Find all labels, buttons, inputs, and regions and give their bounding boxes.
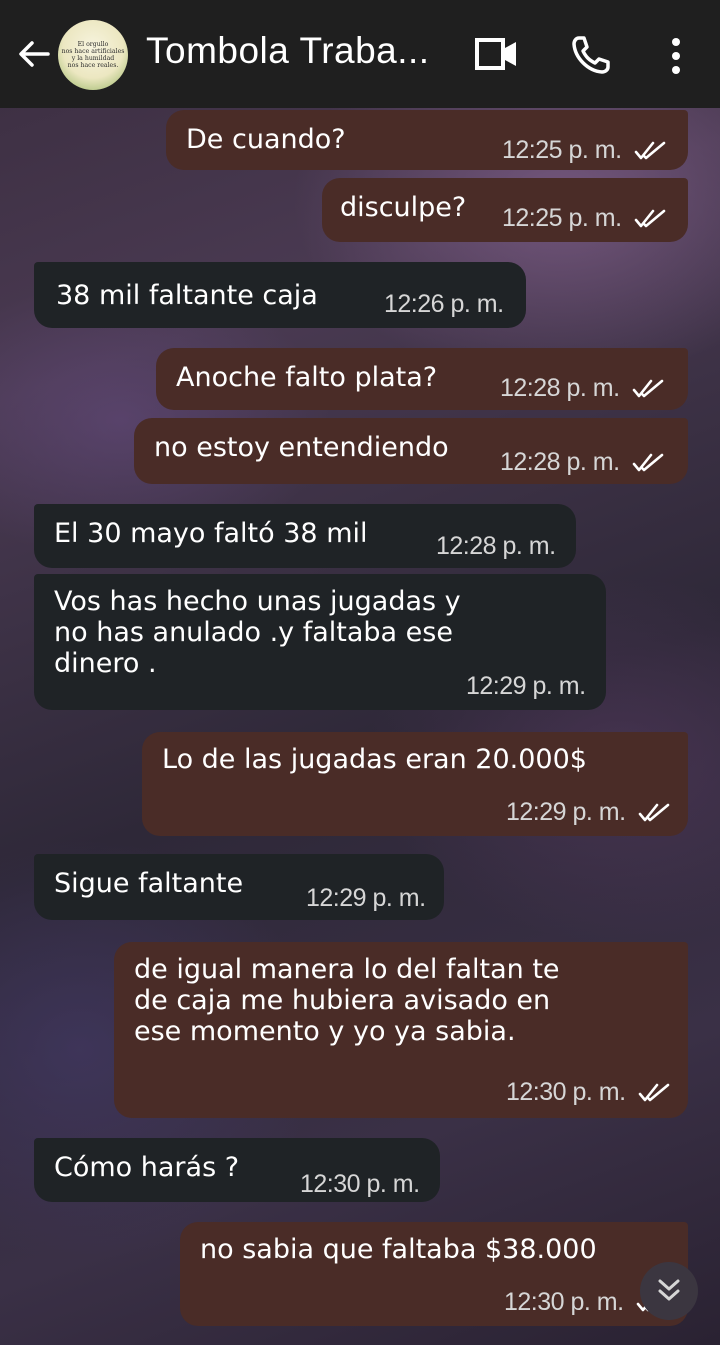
phone-icon[interactable] xyxy=(570,34,612,76)
incoming-message[interactable]: Sigue faltante 12:29 p. m. xyxy=(34,854,444,920)
outgoing-message[interactable]: de igual manera lo del faltan te de caja … xyxy=(114,942,688,1118)
avatar-text-2: nos hace artificiales xyxy=(61,48,125,55)
outgoing-message[interactable]: no sabia que faltaba $38.000 12:30 p. m. xyxy=(180,1222,688,1326)
double-chevron-down-icon xyxy=(658,1279,680,1301)
message-text: El 30 mayo faltó 38 mil xyxy=(54,518,368,549)
chat-title[interactable]: Tombola Traba... xyxy=(146,30,430,72)
message-timestamp: 12:26 p. m. xyxy=(384,290,504,318)
message-timestamp: 12:30 p. m. xyxy=(504,1288,624,1316)
double-check-icon xyxy=(638,1083,670,1102)
message-timestamp: 12:28 p. m. xyxy=(500,374,620,402)
incoming-message[interactable]: 38 mil faltante caja 12:26 p. m. xyxy=(34,262,526,328)
message-text: no sabia que faltaba $38.000 xyxy=(200,1234,597,1265)
outgoing-message[interactable]: disculpe? 12:25 p. m. xyxy=(322,178,688,242)
message-list[interactable]: De cuando? 12:25 p. m. disculpe? 12:25 p. m… xyxy=(0,108,720,1345)
message-text: disculpe? xyxy=(340,192,467,223)
video-camera-icon[interactable] xyxy=(474,36,520,74)
message-timestamp: 12:29 p. m. xyxy=(506,798,626,826)
avatar-text-4: nos hace reales. xyxy=(67,62,119,69)
message-text: Lo de las jugadas eran 20.000$ xyxy=(162,744,587,775)
message-timestamp: 12:29 p. m. xyxy=(306,884,426,912)
message-timestamp: 12:28 p. m. xyxy=(436,532,556,560)
avatar[interactable]: El orgullo nos hace artificiales y la hu… xyxy=(58,20,128,90)
message-text: no estoy entendiendo xyxy=(154,432,449,463)
incoming-message[interactable]: El 30 mayo faltó 38 mil 12:28 p. m. xyxy=(34,504,576,568)
double-check-icon xyxy=(632,379,664,398)
message-text: Vos has hecho unas jugadas y xyxy=(54,586,461,617)
message-timestamp: 12:30 p. m. xyxy=(506,1078,626,1106)
message-text: Sigue faltante xyxy=(54,868,244,899)
message-text: De cuando? xyxy=(186,124,346,155)
avatar-text-1: El orgullo xyxy=(77,41,109,48)
message-text: no has anulado .y faltaba ese xyxy=(54,617,453,648)
message-text: de igual manera lo del faltan te xyxy=(134,954,560,985)
message-timestamp: 12:25 p. m. xyxy=(502,136,622,164)
double-check-icon xyxy=(634,209,666,228)
message-text: Cómo harás ? xyxy=(54,1152,240,1183)
message-timestamp: 12:29 p. m. xyxy=(466,672,586,700)
double-check-icon xyxy=(632,453,664,472)
incoming-message[interactable]: Vos has hecho unas jugadas y no has anula… xyxy=(34,574,606,710)
outgoing-message[interactable]: Anoche falto plata? 12:28 p. m. xyxy=(156,348,688,410)
outgoing-message[interactable]: Lo de las jugadas eran 20.000$ 12:29 p. m… xyxy=(142,732,688,836)
message-timestamp: 12:28 p. m. xyxy=(500,448,620,476)
incoming-message[interactable]: Cómo harás ? 12:30 p. m. xyxy=(34,1138,440,1202)
message-text: 38 mil faltante caja xyxy=(56,280,318,311)
avatar-text-3: y la humildad xyxy=(71,55,115,62)
double-check-icon xyxy=(638,803,670,822)
scroll-to-bottom-button[interactable] xyxy=(640,1262,698,1320)
message-text: dinero . xyxy=(54,648,157,679)
message-timestamp: 12:30 p. m. xyxy=(300,1170,420,1198)
message-timestamp: 12:25 p. m. xyxy=(502,204,622,232)
double-check-icon xyxy=(634,141,666,160)
outgoing-message[interactable]: De cuando? 12:25 p. m. xyxy=(166,110,688,170)
message-text: Anoche falto plata? xyxy=(176,362,438,393)
arrow-left-icon[interactable] xyxy=(14,34,54,74)
message-text: ese momento y yo ya sabia. xyxy=(134,1016,516,1047)
outgoing-message[interactable]: no estoy entendiendo 12:28 p. m. xyxy=(134,418,688,484)
message-text: de caja me hubiera avisado en xyxy=(134,985,551,1016)
chat-header: El orgullo nos hace artificiales y la hu… xyxy=(0,0,720,108)
more-vertical-icon[interactable] xyxy=(664,36,688,76)
